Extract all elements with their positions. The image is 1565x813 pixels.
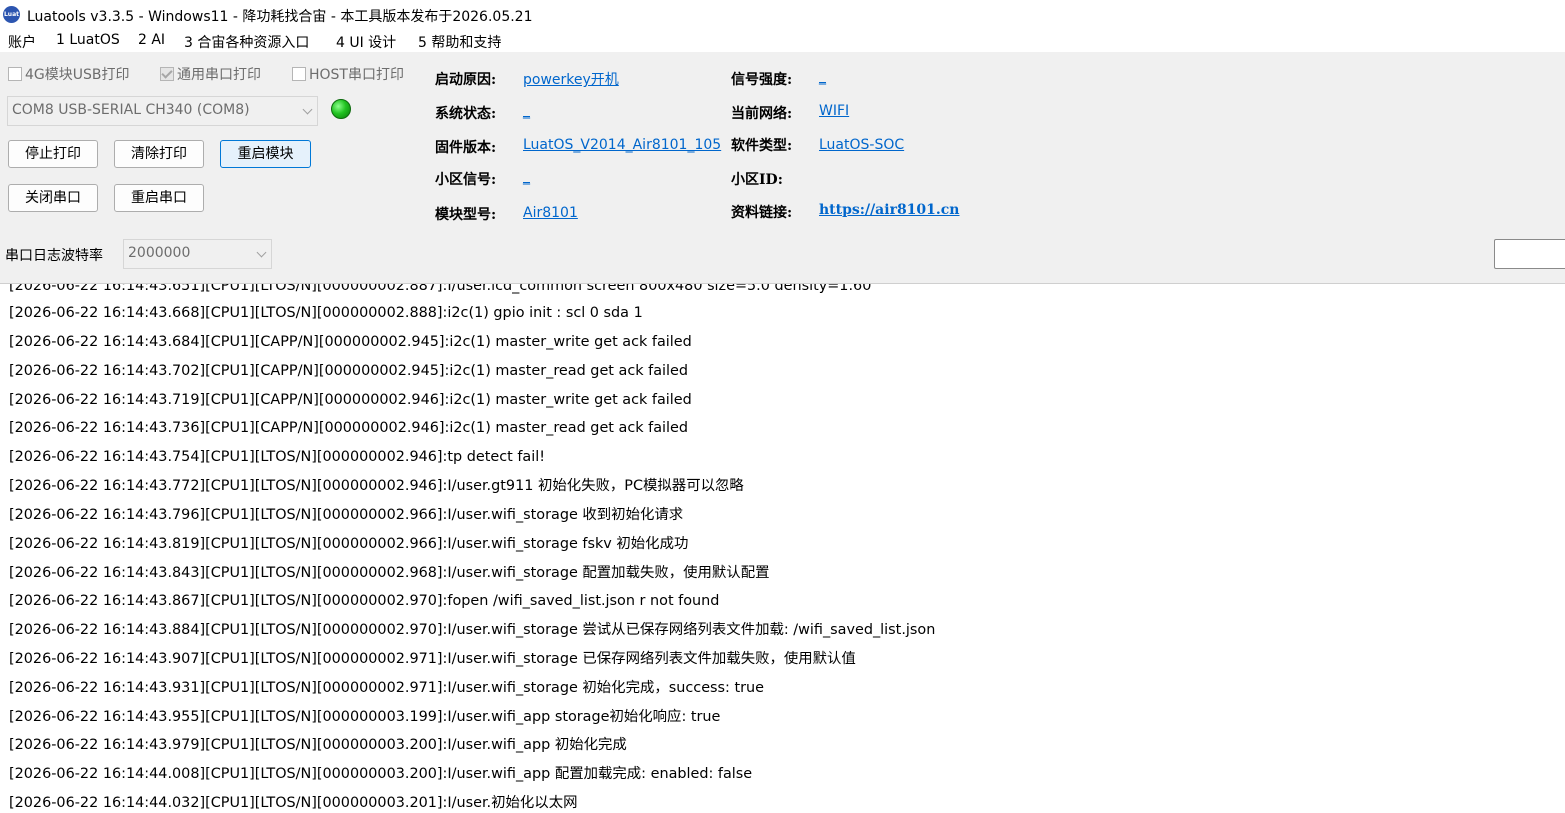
log-line: [2026-06-22 16:14:43.736][CPU1][CAPP/N][… [9, 420, 689, 436]
log-line: [2026-06-22 16:14:43.819][CPU1][LTOS/N][… [9, 536, 689, 552]
checkbox-box[interactable] [292, 67, 306, 81]
clear-print-button[interactable]: 清除打印 [114, 140, 204, 168]
checkbox-label: 通用串口打印 [177, 67, 261, 83]
port-select[interactable]: COM8 USB-SERIAL CH340 (COM8) [7, 96, 318, 126]
cell-signal-value[interactable]: _ [523, 169, 530, 185]
log-line: [2026-06-22 16:14:43.684][CPU1][CAPP/N][… [9, 334, 692, 350]
menu-ui-design[interactable]: 4 UI 设计 [336, 32, 396, 52]
menu-account[interactable]: 账户 [8, 32, 36, 52]
docs-link-label: 资料链接: [731, 205, 793, 221]
luatools-logo-icon: Luat [3, 6, 20, 23]
port-select-value: COM8 USB-SERIAL CH340 (COM8) [12, 102, 250, 118]
signal-value[interactable]: _ [819, 69, 826, 85]
system-status-value[interactable]: _ [523, 103, 530, 119]
log-line: [2026-06-22 16:14:43.772][CPU1][LTOS/N][… [9, 478, 744, 494]
log-line: [2026-06-22 16:14:44.032][CPU1][LTOS/N][… [9, 795, 578, 811]
docs-link[interactable]: https://air8101.cn [819, 202, 960, 218]
firmware-label: 固件版本: [435, 140, 497, 156]
control-panel: 4G模块USB打印 通用串口打印 HOST串口打印 COM8 USB-SERIA… [0, 52, 1565, 282]
signal-label: 信号强度: [731, 72, 793, 88]
system-status-label: 系统状态: [435, 106, 497, 122]
menu-luatos[interactable]: 1 LuatOS [56, 32, 120, 48]
restart-module-button[interactable]: 重启模块 [220, 140, 311, 168]
boot-reason-value[interactable]: powerkey开机 [523, 69, 619, 89]
log-output[interactable]: [2026-06-22 16:14:43.651][CPU1][LTOS/N][… [0, 283, 1565, 813]
menu-ai[interactable]: 2 AI [138, 32, 165, 48]
log-line: [2026-06-22 16:14:43.867][CPU1][LTOS/N][… [9, 593, 720, 609]
window-title: Luatools v3.3.5 - Windows11 - 降功耗找合宙 - 本… [27, 9, 533, 25]
firmware-value[interactable]: LuatOS_V2014_Air8101_105 [523, 137, 721, 153]
checkbox-host-uart-print[interactable]: HOST串口打印 [292, 64, 404, 83]
network-value[interactable]: WIFI [819, 103, 849, 119]
checkbox-label: HOST串口打印 [309, 67, 404, 83]
log-line: [2026-06-22 16:14:43.702][CPU1][CAPP/N][… [9, 363, 689, 379]
status-led-icon [331, 99, 351, 119]
checkbox-4g-usb-print[interactable]: 4G模块USB打印 [8, 64, 130, 83]
log-line: [2026-06-22 16:14:43.931][CPU1][LTOS/N][… [9, 680, 764, 696]
baud-rate-value: 2000000 [128, 245, 191, 261]
checkbox-label: 4G模块USB打印 [25, 67, 130, 83]
restart-port-button[interactable]: 重启串口 [114, 184, 204, 212]
log-line: [2026-06-22 16:14:43.955][CPU1][LTOS/N][… [9, 709, 721, 725]
boot-reason-label: 启动原因: [435, 72, 497, 88]
log-line: [2026-06-22 16:14:43.651][CPU1][LTOS/N][… [9, 283, 872, 294]
command-input[interactable] [1494, 239, 1565, 269]
baud-rate-select[interactable]: 2000000 [123, 239, 272, 269]
baud-rate-label: 串口日志波特率 [5, 248, 103, 264]
menu-bar: 账户 1 LuatOS 2 AI 3 合宙各种资源入口 4 UI 设计 5 帮助… [0, 30, 1565, 52]
close-port-button[interactable]: 关闭串口 [8, 184, 98, 212]
chevron-down-icon[interactable] [302, 104, 313, 115]
module-model-label: 模块型号: [435, 207, 497, 223]
module-model-value[interactable]: Air8101 [523, 205, 578, 221]
software-type-label: 软件类型: [731, 138, 793, 154]
log-line: [2026-06-22 16:14:43.979][CPU1][LTOS/N][… [9, 737, 627, 753]
checkbox-uart-print[interactable]: 通用串口打印 [160, 64, 261, 83]
log-line: [2026-06-22 16:14:43.884][CPU1][LTOS/N][… [9, 622, 936, 638]
log-line: [2026-06-22 16:14:43.843][CPU1][LTOS/N][… [9, 565, 770, 581]
log-line: [2026-06-22 16:14:43.907][CPU1][LTOS/N][… [9, 651, 856, 667]
chevron-down-icon[interactable] [256, 247, 267, 258]
log-line: [2026-06-22 16:14:44.008][CPU1][LTOS/N][… [9, 766, 753, 782]
log-line: [2026-06-22 16:14:43.668][CPU1][LTOS/N][… [9, 305, 643, 321]
stop-print-button[interactable]: 停止打印 [8, 140, 98, 168]
menu-help[interactable]: 5 帮助和支持 [418, 32, 501, 52]
network-label: 当前网络: [731, 106, 793, 122]
software-type-value[interactable]: LuatOS-SOC [819, 137, 904, 153]
log-line: [2026-06-22 16:14:43.796][CPU1][LTOS/N][… [9, 507, 684, 523]
checkbox-box[interactable] [8, 67, 22, 81]
title-bar: Luat Luatools v3.3.5 - Windows11 - 降功耗找合… [0, 0, 1565, 30]
log-line: [2026-06-22 16:14:43.754][CPU1][LTOS/N][… [9, 449, 546, 465]
log-line: [2026-06-22 16:14:43.719][CPU1][CAPP/N][… [9, 392, 692, 408]
menu-resources[interactable]: 3 合宙各种资源入口 [184, 32, 309, 52]
checkbox-box-checked[interactable] [160, 67, 174, 81]
cell-id-label: 小区ID: [731, 172, 783, 188]
cell-signal-label: 小区信号: [435, 172, 497, 188]
